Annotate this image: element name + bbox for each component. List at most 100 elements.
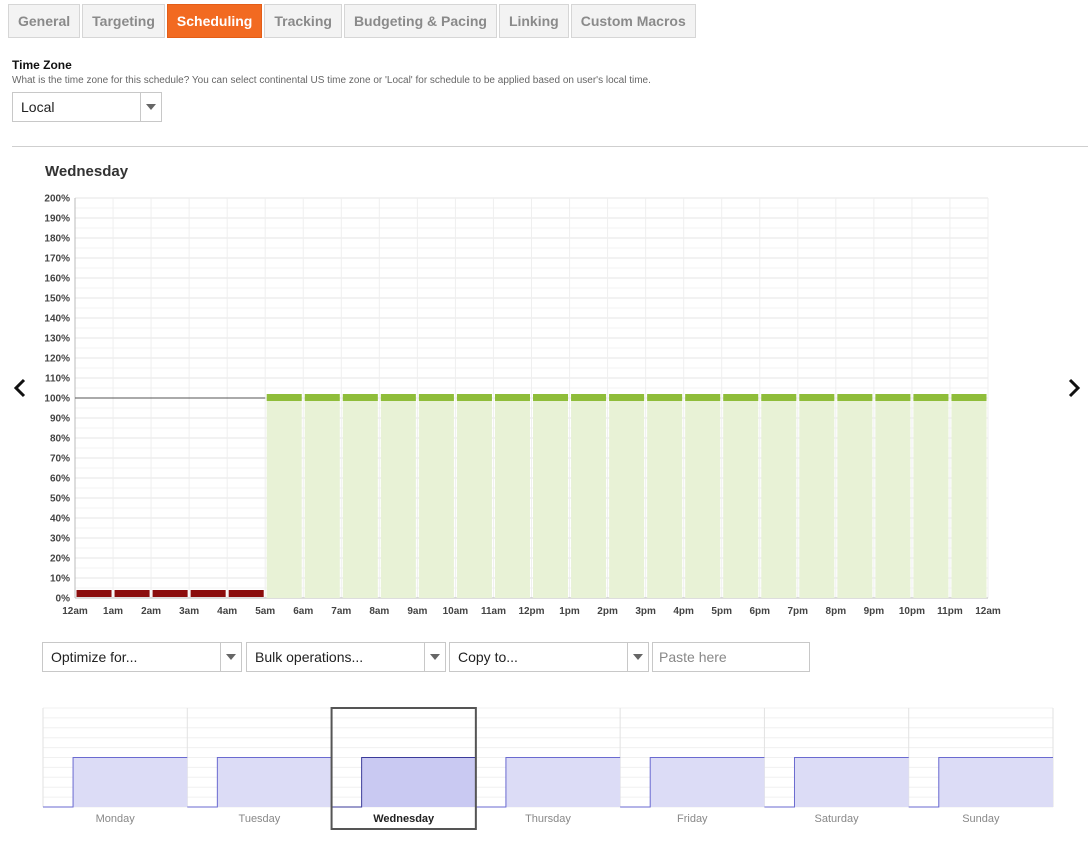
x-tick-label: 2am (141, 606, 161, 617)
y-tick-label: 40% (50, 514, 70, 525)
bar-handle-6pm (761, 394, 797, 401)
y-tick-label: 30% (50, 534, 70, 545)
x-tick-label: 12am (975, 606, 1001, 617)
x-tick-label: 3pm (635, 606, 656, 617)
x-tick-label: 1am (103, 606, 123, 617)
x-tick-label: 5pm (711, 606, 732, 617)
overview-area-monday (43, 757, 188, 807)
y-tick-label: 180% (44, 234, 70, 245)
overview-day-label: Saturday (815, 813, 860, 825)
bar-4am (228, 590, 264, 597)
bar-handle-9pm (875, 394, 911, 401)
bar-11pm (951, 398, 987, 598)
y-tick-label: 200% (44, 194, 70, 205)
bar-6pm (761, 398, 797, 598)
overview-day-label: Thursday (525, 813, 571, 825)
timezone-select-value: Local (21, 99, 55, 115)
tab-linking[interactable]: Linking (498, 4, 569, 38)
y-tick-label: 190% (44, 214, 70, 225)
x-tick-label: 12am (62, 606, 88, 617)
paste-input[interactable] (652, 642, 810, 672)
bar-6am (304, 398, 340, 598)
bar-7am (342, 398, 378, 598)
bar-handle-3pm (647, 394, 683, 401)
tab-budgeting-pacing[interactable]: Budgeting & Pacing (343, 4, 497, 38)
bar-4pm (685, 398, 721, 598)
y-tick-label: 90% (50, 414, 70, 425)
bar-12am (76, 590, 112, 597)
section-divider (12, 146, 1088, 147)
bar-3pm (647, 398, 683, 598)
y-tick-label: 150% (44, 294, 70, 305)
bar-9pm (875, 398, 911, 598)
tab-tracking[interactable]: Tracking (264, 4, 342, 38)
overview-day-label: Monday (96, 813, 136, 825)
y-tick-label: 160% (44, 274, 70, 285)
y-tick-label: 80% (50, 434, 70, 445)
bar-handle-9am (418, 394, 454, 401)
tab-targeting[interactable]: Targeting (82, 4, 165, 38)
x-tick-label: 3am (179, 606, 199, 617)
bar-handle-4pm (685, 394, 721, 401)
bar-2am (152, 590, 188, 597)
bar-12pm (533, 398, 569, 598)
bar-handle-11pm (951, 394, 987, 401)
y-tick-label: 140% (44, 314, 70, 325)
chart-title: Wednesday (45, 163, 129, 180)
bar-10am (456, 398, 492, 598)
bar-11am (494, 398, 530, 598)
x-tick-label: 6am (293, 606, 313, 617)
y-tick-label: 110% (45, 374, 70, 385)
overview-area-thursday (475, 757, 621, 807)
bar-8pm (837, 398, 873, 598)
y-tick-label: 100% (44, 394, 70, 405)
overview-day-label: Wednesday (373, 813, 435, 825)
chevron-down-icon (140, 93, 161, 121)
copy-to-value: Copy to... (458, 649, 518, 665)
x-tick-label: 12pm (518, 606, 544, 617)
bulk-operations-select[interactable]: Bulk operations... (246, 642, 446, 672)
bar-handle-11am (494, 394, 530, 401)
bar-handle-12pm (533, 394, 569, 401)
bar-handle-8am (380, 394, 416, 401)
x-tick-label: 7pm (788, 606, 809, 617)
timezone-select[interactable]: Local (12, 92, 162, 122)
overview-area-saturday (764, 757, 909, 807)
bar-10pm (913, 398, 949, 598)
x-tick-label: 8am (369, 606, 389, 617)
bar-handle-10pm (913, 394, 949, 401)
overview-area-tuesday (187, 757, 332, 807)
timezone-description: What is the time zone for this schedule?… (12, 75, 651, 86)
bar-handle-2pm (609, 394, 645, 401)
overview-area-sunday (908, 757, 1053, 807)
optimize-for-select[interactable]: Optimize for... (42, 642, 242, 672)
bar-handle-6am (304, 394, 340, 401)
timezone-title: Time Zone (12, 58, 72, 72)
bar-handle-5am (266, 394, 302, 401)
x-tick-label: 2pm (597, 606, 618, 617)
tab-custom-macros[interactable]: Custom Macros (570, 4, 696, 38)
y-tick-label: 20% (50, 554, 70, 565)
bar-5pm (723, 398, 759, 598)
y-tick-label: 10% (50, 574, 70, 585)
y-tick-label: 60% (50, 474, 70, 485)
bar-handle-5pm (723, 394, 759, 401)
bulk-operations-value: Bulk operations... (255, 649, 364, 665)
bar-2pm (609, 398, 645, 598)
tab-general[interactable]: General (8, 4, 81, 38)
overview-day-label: Friday (677, 813, 708, 825)
x-tick-label: 8pm (826, 606, 847, 617)
tab-scheduling[interactable]: Scheduling (166, 4, 263, 38)
x-tick-label: 9am (407, 606, 427, 617)
bar-1pm (571, 398, 607, 598)
x-tick-label: 9pm (864, 606, 885, 617)
chevron-down-icon (627, 643, 648, 671)
x-tick-label: 11am (481, 606, 506, 617)
bar-5am (266, 398, 302, 598)
tab-bar: General Targeting Scheduling Tracking Bu… (8, 4, 698, 38)
y-tick-label: 170% (44, 254, 70, 265)
x-tick-label: 10am (443, 606, 469, 617)
x-tick-label: 6pm (749, 606, 770, 617)
copy-to-select[interactable]: Copy to... (449, 642, 649, 672)
bar-1am (114, 590, 150, 597)
